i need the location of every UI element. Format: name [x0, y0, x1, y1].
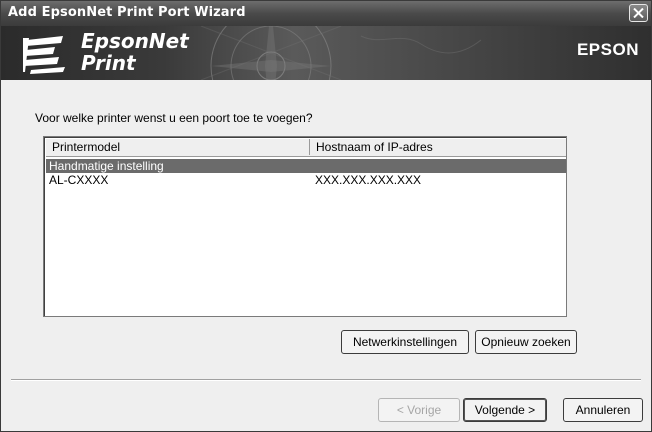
search-again-button[interactable]: Opnieuw zoeken [475, 330, 577, 354]
column-header-host[interactable]: Hostnaam of IP-adres [310, 139, 566, 155]
product-name-line1: EpsonNet [81, 29, 189, 53]
epsonnet-logo-icon [23, 36, 65, 74]
printer-model-cell: Handmatige instelling [49, 159, 164, 173]
printer-host-cell: XXX.XXX.XXX.XXX [315, 173, 422, 187]
printer-list[interactable]: Printermodel Hostnaam of IP-adres Handma… [43, 136, 567, 317]
network-settings-button[interactable]: Netwerkinstellingen [341, 330, 469, 354]
close-button[interactable] [629, 4, 648, 22]
list-header: Printermodel Hostnaam of IP-adres [46, 139, 566, 157]
printer-question: Voor welke printer wenst u een poort toe… [35, 111, 313, 125]
back-button[interactable]: < Vorige [378, 398, 460, 422]
brand-logo: EPSON [576, 40, 639, 59]
wizard-window: Add EpsonNet Print Port Wizard EpsonNet … [0, 0, 652, 432]
list-item[interactable]: AL-CXXXX XXX.XXX.XXX.XXX [46, 173, 566, 187]
next-button[interactable]: Volgende > [463, 398, 547, 422]
window-title: Add EpsonNet Print Port Wizard [8, 5, 246, 20]
title-bar: Add EpsonNet Print Port Wizard [1, 1, 651, 26]
footer-separator [11, 379, 641, 381]
product-name-line2: Print [81, 51, 136, 75]
header-banner: EpsonNet Print EPSON [1, 26, 651, 80]
column-header-model[interactable]: Printermodel [46, 139, 310, 155]
cancel-button[interactable]: Annuleren [563, 398, 643, 422]
list-item[interactable]: Handmatige instelling [46, 159, 566, 173]
close-icon [633, 8, 644, 18]
printer-model-cell: AL-CXXXX [49, 173, 109, 187]
